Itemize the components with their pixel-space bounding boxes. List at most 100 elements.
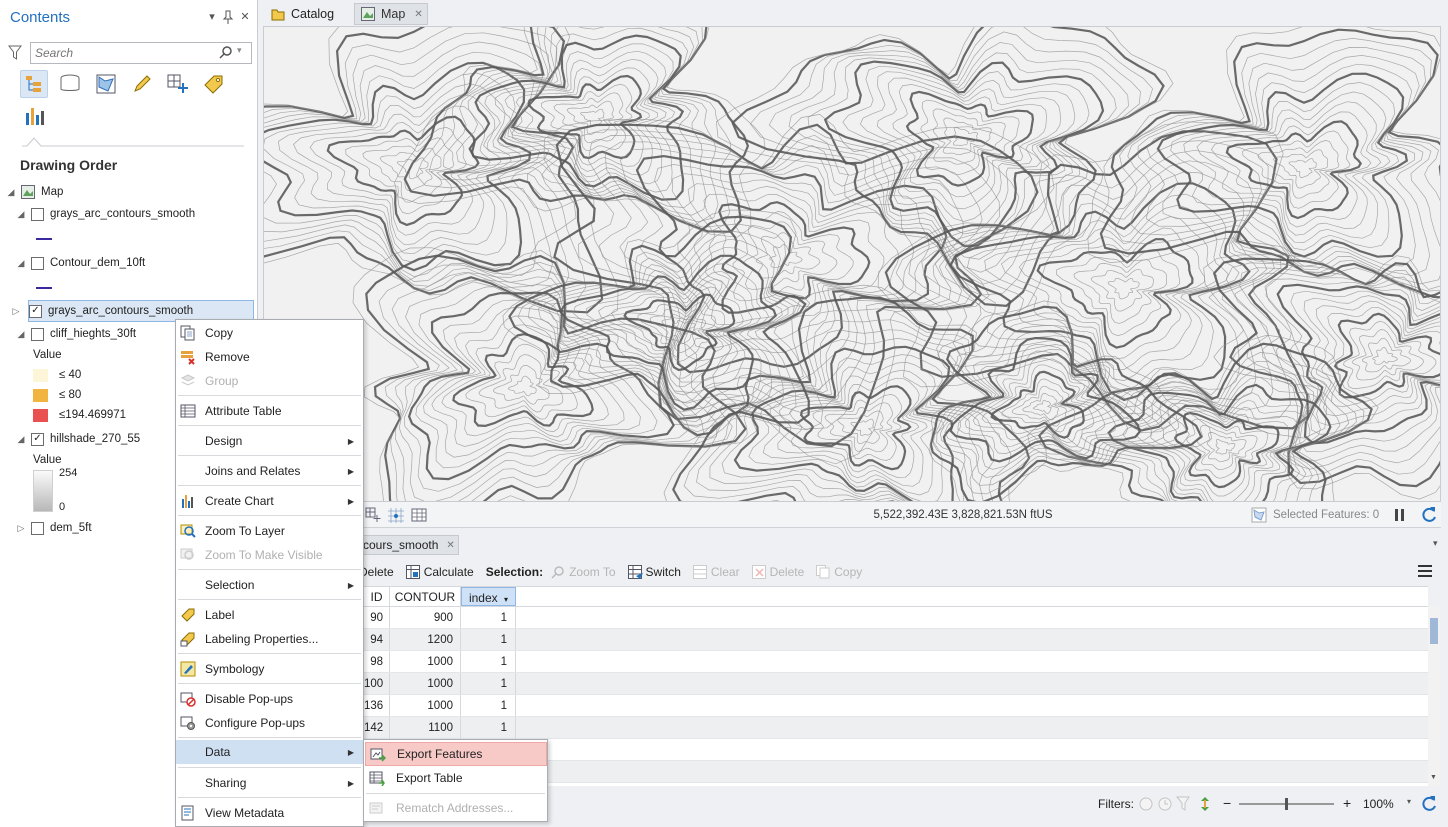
menu-item-copy[interactable]: Copy [176,322,363,344]
filter-icon[interactable] [8,45,22,61]
refresh-icon[interactable] [1420,506,1438,524]
delete-field-button[interactable]: Delete [359,565,394,579]
collapse-icon[interactable]: ◢ [16,434,26,445]
list-by-editing-icon[interactable] [128,70,156,98]
cell-id[interactable]: 142 [364,717,390,738]
table-row[interactable]: 100 1000 1 [364,673,1428,695]
cell-id[interactable]: 98 [364,651,390,672]
layer-symbol[interactable] [16,225,256,252]
column-header-contour[interactable]: CONTOUR [390,587,461,606]
cell-index[interactable]: 1 [461,651,516,672]
refresh-table-icon[interactable] [1420,795,1438,813]
menu-item-configure-popups[interactable]: Configure Pop-ups [176,712,363,734]
expand-icon[interactable]: ▷ [16,523,26,534]
zoom-slider-thumb[interactable] [1285,798,1288,810]
collapse-icon[interactable]: ◢ [16,209,26,220]
menu-item-sharing[interactable]: Sharing ▶ [176,772,363,794]
menu-item-export-features[interactable]: Export Features [365,742,547,766]
menu-item-create-chart[interactable]: Create Chart ▶ [176,490,363,512]
table-options-menu-icon[interactable] [1417,563,1433,579]
table-row[interactable]: 94 1200 1 [364,629,1428,651]
zoom-level[interactable]: 100% [1363,797,1394,811]
menu-item-symbology[interactable]: Symbology [176,658,363,680]
column-header-index[interactable]: index ▾ [461,587,516,606]
calculate-field-button[interactable]: Calculate [405,565,474,579]
menu-item-attribute-table[interactable]: Attribute Table [176,400,363,422]
search-input[interactable] [35,45,215,61]
menu-item-disable-popups[interactable]: Disable Pop-ups [176,688,363,710]
cell-index[interactable]: 1 [461,717,516,738]
cell-contour[interactable]: 1200 [390,629,461,650]
menu-item-selection[interactable]: Selection ▶ [176,574,363,596]
map-view[interactable] [263,26,1441,502]
close-tab-icon[interactable]: ✕ [414,9,422,20]
list-by-labeling-icon[interactable] [200,70,228,98]
cell-contour[interactable]: 1000 [390,673,461,694]
collapse-icon[interactable]: ◢ [16,258,26,269]
pane-options-icon[interactable]: ▾ [206,10,218,24]
table-row[interactable]: 90 900 1 [364,607,1428,629]
cell-index[interactable]: 1 [461,673,516,694]
cell-contour[interactable]: 900 [390,607,461,628]
zoom-slider[interactable] [1239,798,1334,810]
list-by-data-source-icon[interactable] [56,70,84,98]
menu-item-zoom-to-make-visible[interactable]: Zoom To Make Visible [176,544,363,566]
menu-item-label-layer[interactable]: Label [176,604,363,626]
menu-item-view-metadata[interactable]: View Metadata [176,802,363,824]
pin-icon[interactable] [222,10,234,24]
list-by-selection-icon[interactable] [92,70,120,98]
layer-visibility-checkbox[interactable]: ✓ [29,304,42,318]
collapse-icon[interactable]: ◢ [16,329,26,340]
zoom-out-button[interactable]: − [1223,795,1231,811]
cell-contour[interactable]: 1000 [390,695,461,716]
collapse-icon[interactable]: ◢ [6,187,16,198]
cell-index[interactable]: 1 [461,629,516,650]
menu-item-joins-and-relates[interactable]: Joins and Relates ▶ [176,460,363,482]
zoom-to-selection-button[interactable]: Zoom To [551,565,616,579]
cell-contour[interactable]: 1100 [390,717,461,738]
list-by-drawing-order-icon[interactable] [20,70,48,98]
layer-item[interactable]: ◢ Contour_dem_10ft [16,252,256,274]
layer-visibility-checkbox[interactable] [31,256,44,270]
contour-map[interactable] [264,27,1441,502]
layer-visibility-checkbox[interactable] [31,521,44,535]
menu-item-remove[interactable]: Remove [176,346,363,368]
layer-visibility-checkbox[interactable]: ✓ [31,432,44,446]
search-dropdown-icon[interactable]: ▾ [237,45,242,56]
layer-visibility-checkbox[interactable] [31,327,44,341]
table-row[interactable]: 98 1000 1 [364,651,1428,673]
auto-adjust-icon[interactable] [1199,796,1211,812]
table-vertical-scrollbar[interactable]: ▼ [1428,606,1440,786]
menu-item-labeling-properties[interactable]: Labeling Properties... [176,628,363,650]
snapping-icon[interactable] [365,507,381,523]
cell-id[interactable]: 90 [364,607,390,628]
clear-selection-button[interactable]: Clear [692,565,740,579]
cell-id[interactable]: 94 [364,629,390,650]
tab-attribute-table[interactable]: cours_smooth ✕ [357,535,459,555]
cell-index[interactable]: 1 [461,607,516,628]
table-grid-icon[interactable] [411,507,427,523]
cell-id[interactable]: 136 [364,695,390,716]
delete-selection-button[interactable]: Delete [751,565,804,579]
scrollbar-thumb[interactable] [1430,618,1438,644]
cell-index[interactable]: 1 [461,695,516,716]
list-by-snapping-icon[interactable] [164,70,192,98]
sort-dropdown-icon[interactable]: ▾ [504,595,508,604]
tab-catalog[interactable]: Catalog [265,3,351,25]
layer-item[interactable]: ◢ grays_arc_contours_smooth [16,203,256,225]
menu-item-export-table[interactable]: Export Table [365,766,547,790]
search-box[interactable]: ▾ [30,42,252,64]
list-by-charts-icon[interactable] [20,102,48,130]
expand-icon[interactable]: ▷ [11,306,21,317]
copy-selection-button[interactable]: Copy [816,565,862,579]
switch-selection-button[interactable]: Switch [627,565,681,579]
menu-item-group[interactable]: Group [176,370,363,392]
map-node[interactable]: ◢ Map [6,181,256,203]
menu-item-data[interactable]: Data ▶ [176,740,363,764]
filter-query-icon[interactable] [1176,796,1194,812]
cell-id[interactable]: 100 [364,673,390,694]
pane-menu-icon[interactable]: ▾ [1433,538,1438,549]
zoom-in-button[interactable]: + [1343,795,1351,811]
grid-snap-icon[interactable] [387,507,405,523]
column-header-id[interactable]: ID [364,587,390,606]
